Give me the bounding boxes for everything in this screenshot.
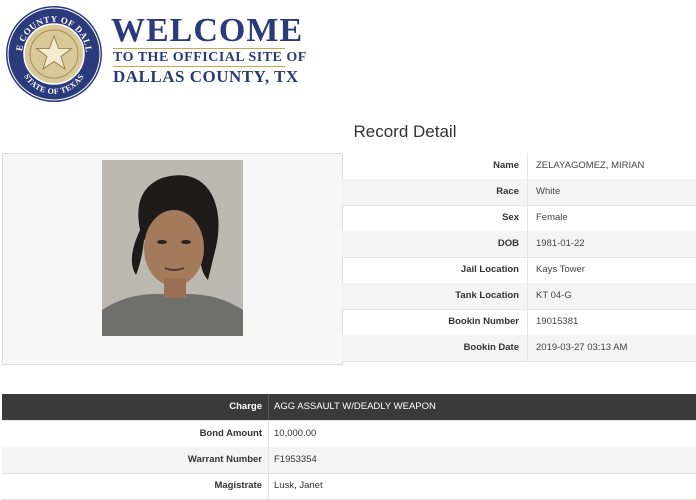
info-label: Bookin Date xyxy=(342,335,528,361)
info-label: Bookin Number xyxy=(342,309,528,335)
page-title: Record Detail xyxy=(353,122,457,141)
info-value: 19015381 xyxy=(536,316,579,327)
info-row-name: Name ZELAYAGOMEZ, MIRIAN xyxy=(342,153,696,180)
info-row-race: Race White xyxy=(342,179,696,206)
mugshot-photo xyxy=(102,160,243,336)
info-label: Sex xyxy=(342,205,528,231)
info-label: Name xyxy=(342,153,528,179)
info-value: White xyxy=(536,186,561,197)
charge-header-row: Charge AGG ASSAULT W/DEADLY WEAPON xyxy=(2,394,696,421)
charge-row-warrant-number: Warrant Number F1953354 xyxy=(2,447,696,474)
info-label: DOB xyxy=(342,231,528,257)
record-detail-table: Name ZELAYAGOMEZ, MIRIAN Race White Sex … xyxy=(2,153,696,365)
info-row-dob: DOB 1981-01-22 xyxy=(342,231,696,258)
info-value: 2019-03-27 03:13 AM xyxy=(536,342,628,353)
charge-row-label: Warrant Number xyxy=(2,447,269,473)
charge-row-value: F1953354 xyxy=(274,454,317,465)
info-row-bookin-date: Bookin Date 2019-03-27 03:13 AM xyxy=(342,335,696,362)
header-rule-top xyxy=(113,48,285,49)
header-subtitle-line2: DALLAS COUNTY, TX xyxy=(113,67,299,86)
info-value: ZELAYAGOMEZ, MIRIAN xyxy=(536,160,645,171)
info-label: Jail Location xyxy=(342,257,528,283)
info-row-jail-location: Jail Location Kays Tower xyxy=(342,257,696,284)
info-value: Female xyxy=(536,212,568,223)
info-row-sex: Sex Female xyxy=(342,205,696,232)
dallas-county-seal-icon[interactable]: THE COUNTY OF DALLAS STATE OF TEXAS xyxy=(4,4,104,104)
header-subtitle-line1: TO THE OFFICIAL SITE OF xyxy=(113,50,307,65)
charge-row-magistrate: Magistrate Lusk, Janet xyxy=(2,473,696,500)
info-value: KT 04-G xyxy=(536,290,572,301)
info-value: 1981-01-22 xyxy=(536,238,585,249)
charge-row-bond-amount: Bond Amount 10,000.00 xyxy=(2,421,696,448)
charge-value: AGG ASSAULT W/DEADLY WEAPON xyxy=(274,401,436,412)
info-row-bookin-number: Bookin Number 19015381 xyxy=(342,309,696,336)
info-label: Tank Location xyxy=(342,283,528,309)
info-value: Kays Tower xyxy=(536,264,585,275)
charge-label: Charge xyxy=(2,394,269,420)
info-label: Race xyxy=(342,179,528,205)
welcome-heading: WELCOME xyxy=(111,12,304,49)
charge-row-value: Lusk, Janet xyxy=(274,480,323,491)
site-header: THE COUNTY OF DALLAS STATE OF TEXAS WELC… xyxy=(0,0,696,110)
charge-row-value: 10,000.00 xyxy=(274,428,317,439)
photo-cell xyxy=(2,153,343,365)
charge-row-label: Bond Amount xyxy=(2,421,269,447)
info-row-tank-location: Tank Location KT 04-G xyxy=(342,283,696,310)
charge-row-label: Magistrate xyxy=(2,473,269,499)
